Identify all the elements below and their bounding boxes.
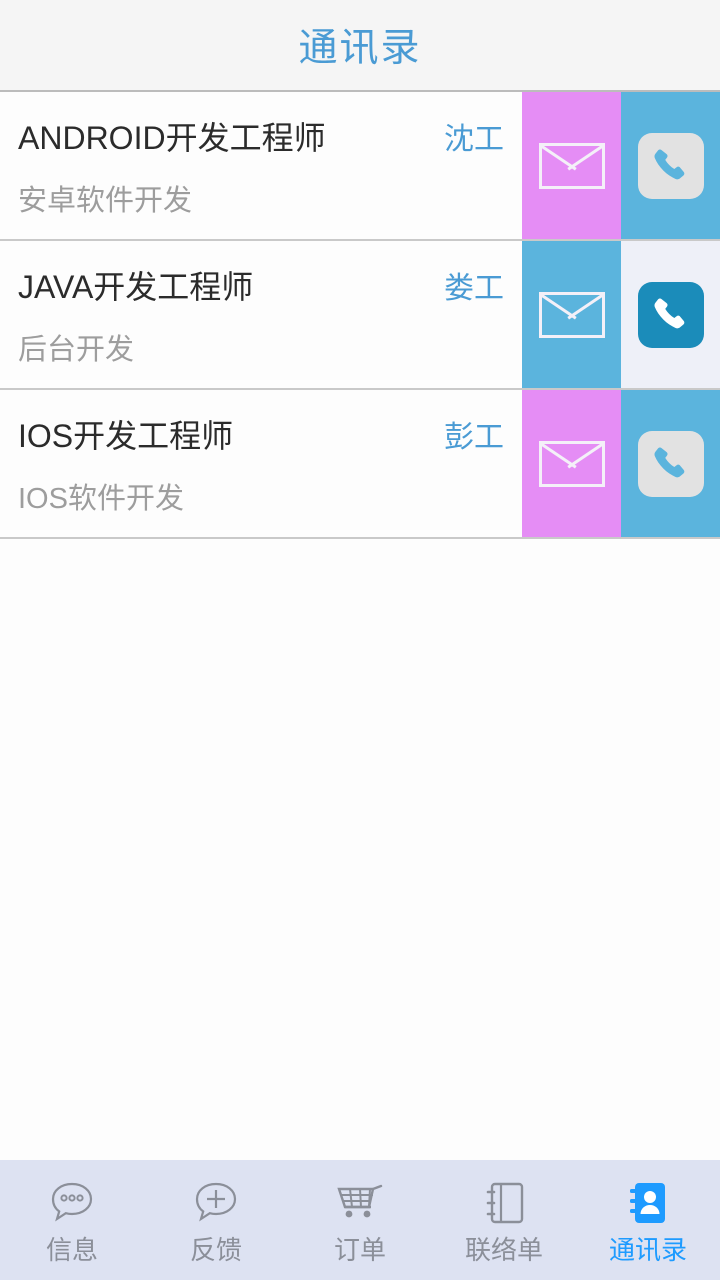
notebook-icon xyxy=(480,1177,528,1231)
envelope-icon xyxy=(538,142,605,189)
tab-orders[interactable]: 订单 xyxy=(288,1160,432,1280)
tab-label: 通讯录 xyxy=(608,1235,687,1265)
envelope-icon xyxy=(538,440,605,487)
table-row[interactable]: JAVA开发工程师 娄工 后台开发 xyxy=(0,241,720,390)
tab-contacts[interactable]: 通讯录 xyxy=(576,1160,720,1280)
contact-primary-line: JAVA开发工程师 娄工 xyxy=(18,262,504,308)
tab-label: 反馈 xyxy=(189,1235,242,1265)
phone-icon xyxy=(637,281,704,348)
contact-list: ANDROID开发工程师 沈工 安卓软件开发 JAVA开发工程师 娄工 后台开发… xyxy=(0,92,720,1160)
phone-icon xyxy=(637,430,704,497)
tab-label: 订单 xyxy=(333,1235,386,1265)
chat-dots-icon xyxy=(46,1177,98,1231)
shopping-cart-icon xyxy=(333,1177,387,1231)
table-row[interactable]: IOS开发工程师 彭工 IOS软件开发 xyxy=(0,390,720,539)
call-button[interactable] xyxy=(621,92,720,239)
contact-primary-line: IOS开发工程师 彭工 xyxy=(18,411,504,457)
contact-book-icon xyxy=(624,1177,672,1231)
contact-person: 沈工 xyxy=(444,122,504,156)
contact-primary-line: ANDROID开发工程师 沈工 xyxy=(18,113,504,159)
tab-label: 联络单 xyxy=(464,1235,543,1265)
contact-person: 娄工 xyxy=(444,271,504,305)
phone-icon xyxy=(637,132,704,199)
contact-title: IOS开发工程师 xyxy=(18,417,234,454)
contact-info[interactable]: IOS开发工程师 彭工 IOS软件开发 xyxy=(0,390,522,537)
contact-subtitle: IOS软件开发 xyxy=(18,482,184,515)
tab-messages[interactable]: 信息 xyxy=(0,1160,144,1280)
message-button[interactable] xyxy=(522,390,621,537)
contact-info[interactable]: ANDROID开发工程师 沈工 安卓软件开发 xyxy=(0,92,522,239)
app-screen: 通讯录 ANDROID开发工程师 沈工 安卓软件开发 JAVA开发工程师 娄工 … xyxy=(0,0,720,1280)
tab-contact-sheet[interactable]: 联络单 xyxy=(432,1160,576,1280)
tab-label: 信息 xyxy=(45,1235,98,1265)
contact-subtitle: 安卓软件开发 xyxy=(18,184,193,217)
bottom-navigation: 信息 反馈 订单 联络单 通讯录 xyxy=(0,1160,720,1280)
call-button[interactable] xyxy=(621,390,720,537)
envelope-icon xyxy=(538,291,605,338)
page-title: 通讯录 xyxy=(298,27,422,70)
contact-info[interactable]: JAVA开发工程师 娄工 后台开发 xyxy=(0,241,522,388)
contact-title: JAVA开发工程师 xyxy=(18,268,254,305)
contact-person: 彭工 xyxy=(444,420,504,454)
table-row[interactable]: ANDROID开发工程师 沈工 安卓软件开发 xyxy=(0,92,720,241)
contact-subtitle: 后台开发 xyxy=(18,333,135,366)
contact-title: ANDROID开发工程师 xyxy=(18,119,326,156)
call-button[interactable] xyxy=(621,241,720,388)
message-button[interactable] xyxy=(522,92,621,239)
page-header: 通讯录 xyxy=(0,0,720,92)
tab-feedback[interactable]: 反馈 xyxy=(144,1160,288,1280)
chat-plus-icon xyxy=(190,1177,242,1231)
message-button[interactable] xyxy=(522,241,621,388)
